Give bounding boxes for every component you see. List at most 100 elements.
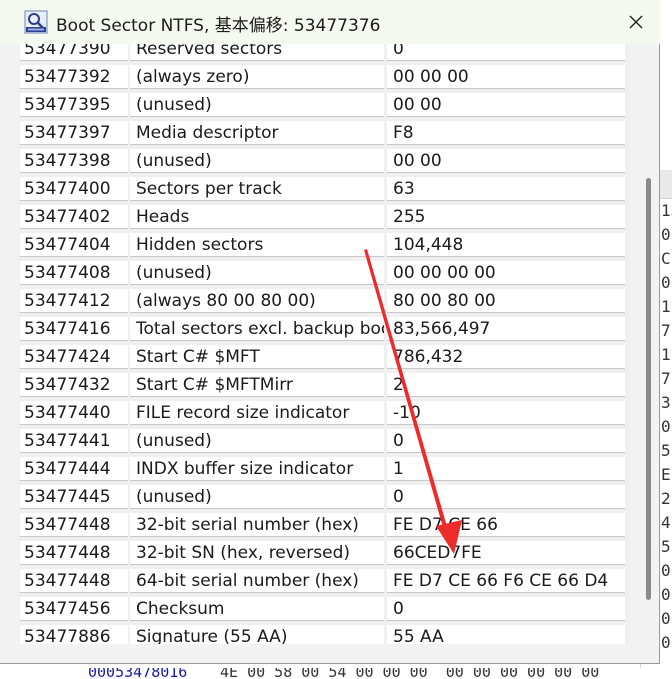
- value-cell[interactable]: -10: [387, 401, 625, 425]
- offset-cell: 53477445: [20, 485, 128, 509]
- description-cell: Start C# $MFT: [130, 345, 384, 369]
- value-cell[interactable]: 104,448: [387, 233, 625, 257]
- description-cell: 32-bit SN (hex, reversed): [130, 541, 384, 565]
- table-row[interactable]: 53477390 Reserved sectors 0: [18, 44, 630, 63]
- table-row[interactable]: 53477395 (unused) 00 00: [18, 91, 630, 119]
- description-cell: (always 80 00 80 00): [130, 289, 384, 313]
- description-cell: (always zero): [130, 65, 384, 89]
- description-cell: 64-bit serial number (hex): [130, 569, 384, 593]
- value-cell[interactable]: 55 AA: [387, 625, 625, 644]
- scrollbar-thumb[interactable]: [646, 178, 651, 600]
- value-cell[interactable]: 80 00 80 00: [387, 289, 625, 313]
- description-cell: Hidden sectors: [130, 233, 384, 257]
- offset-cell: 53477424: [20, 345, 128, 369]
- description-cell: Total sectors excl. backup boot sector: [130, 317, 384, 341]
- value-cell[interactable]: 0: [387, 597, 625, 621]
- offset-cell: 53477448: [20, 513, 128, 537]
- offset-cell: 53477390: [20, 44, 128, 61]
- offset-cell: 53477432: [20, 373, 128, 397]
- offset-cell: 53477404: [20, 233, 128, 257]
- value-cell[interactable]: 00 00 00 00: [387, 261, 625, 285]
- table-row[interactable]: 53477886 Signature (55 AA) 55 AA: [18, 623, 630, 644]
- close-icon: [629, 15, 643, 29]
- boot-sector-table[interactable]: 53477390 Reserved sectors 0 53477392 (alw…: [18, 44, 630, 644]
- table-row[interactable]: 53477448 32-bit serial number (hex) FE D7 …: [18, 511, 630, 539]
- value-cell[interactable]: FE D7 CE 66: [387, 513, 625, 537]
- offset-cell: 53477448: [20, 541, 128, 565]
- offset-cell: 53477398: [20, 149, 128, 173]
- description-cell: INDX buffer size indicator: [130, 457, 384, 481]
- table-row[interactable]: 53477424 Start C# $MFT 786,432: [18, 343, 630, 371]
- value-cell[interactable]: 83,566,497: [387, 317, 625, 341]
- value-cell[interactable]: 00 00: [387, 149, 625, 173]
- description-cell: Reserved sectors: [130, 44, 384, 61]
- value-cell[interactable]: 00 00 00: [387, 65, 625, 89]
- description-cell: Signature (55 AA): [130, 625, 384, 644]
- description-cell: 32-bit serial number (hex): [130, 513, 384, 537]
- value-cell[interactable]: 0: [387, 485, 625, 509]
- offset-cell: 53477400: [20, 177, 128, 201]
- table-row[interactable]: 53477444 INDX buffer size indicator 1: [18, 455, 630, 483]
- offset-cell: 53477441: [20, 429, 128, 453]
- offset-cell: 53477456: [20, 597, 128, 621]
- value-cell[interactable]: FE D7 CE 66 F6 CE 66 D4: [387, 569, 625, 593]
- window-title: Boot Sector NTFS, 基本偏移: 53477376: [56, 16, 381, 36]
- description-cell: (unused): [130, 93, 384, 117]
- table-row[interactable]: 53477432 Start C# $MFTMirr 2: [18, 371, 630, 399]
- table-grid: 53477390 Reserved sectors 0 53477392 (alw…: [18, 44, 630, 644]
- value-cell[interactable]: F8: [387, 121, 625, 145]
- offset-cell: 53477448: [20, 569, 128, 593]
- title-bar[interactable]: Boot Sector NTFS, 基本偏移: 53477376: [0, 0, 660, 44]
- description-cell: FILE record size indicator: [130, 401, 384, 425]
- offset-cell: 53477444: [20, 457, 128, 481]
- table-row[interactable]: 53477408 (unused) 00 00 00 00: [18, 259, 630, 287]
- value-cell[interactable]: 00 00: [387, 93, 625, 117]
- table-row[interactable]: 53477445 (unused) 0: [18, 483, 630, 511]
- background-hex-bytes: 4E 00 58 00 54 00 00 00 00 00 00 00 00 0…: [220, 668, 600, 679]
- offset-cell: 53477395: [20, 93, 128, 117]
- table-row[interactable]: 53477412 (always 80 00 80 00) 80 00 80 00: [18, 287, 630, 315]
- offset-cell: 53477416: [20, 317, 128, 341]
- description-cell: (unused): [130, 429, 384, 453]
- value-cell[interactable]: 786,432: [387, 345, 625, 369]
- table-row[interactable]: 53477448 64-bit serial number (hex) FE D7 …: [18, 567, 630, 595]
- value-cell[interactable]: 1: [387, 457, 625, 481]
- offset-cell: 53477392: [20, 65, 128, 89]
- description-cell: Heads: [130, 205, 384, 229]
- value-cell[interactable]: 2: [387, 373, 625, 397]
- vertical-scrollbar[interactable]: [638, 44, 658, 644]
- offset-cell: 53477402: [20, 205, 128, 229]
- table-row[interactable]: 53477392 (always zero) 00 00 00: [18, 63, 630, 91]
- table-row[interactable]: 53477440 FILE record size indicator -10: [18, 399, 630, 427]
- description-cell: (unused): [130, 485, 384, 509]
- table-row[interactable]: 53477402 Heads 255: [18, 203, 630, 231]
- background-offset: 00053478016: [88, 668, 188, 679]
- table-row[interactable]: 53477456 Checksum 0: [18, 595, 630, 623]
- value-cell[interactable]: 0: [387, 429, 625, 453]
- description-cell: Media descriptor: [130, 121, 384, 145]
- offset-cell: 53477408: [20, 261, 128, 285]
- value-cell[interactable]: 66CED7FE: [387, 541, 625, 565]
- close-button[interactable]: [614, 4, 658, 40]
- value-cell[interactable]: 63: [387, 177, 625, 201]
- description-cell: (unused): [130, 149, 384, 173]
- offset-cell: 53477440: [20, 401, 128, 425]
- table-row[interactable]: 53477448 32-bit SN (hex, reversed) 66CED7F…: [18, 539, 630, 567]
- background-hex-bottom-row: 00053478016 4E 00 58 00 54 00 00 00 00 0…: [80, 668, 672, 679]
- description-cell: (unused): [130, 261, 384, 285]
- offset-cell: 53477412: [20, 289, 128, 313]
- description-cell: Checksum: [130, 597, 384, 621]
- table-row[interactable]: 53477397 Media descriptor F8: [18, 119, 630, 147]
- table-row[interactable]: 53477404 Hidden sectors 104,448: [18, 231, 630, 259]
- description-cell: Sectors per track: [130, 177, 384, 201]
- hex-editor-app-icon: [24, 10, 48, 34]
- value-cell[interactable]: 255: [387, 205, 625, 229]
- offset-cell: 53477886: [20, 625, 128, 644]
- boot-sector-dialog: Boot Sector NTFS, 基本偏移: 53477376 5347739…: [0, 0, 660, 664]
- table-row[interactable]: 53477416Total sectors excl. backup boot …: [18, 315, 630, 343]
- offset-cell: 53477397: [20, 121, 128, 145]
- table-row[interactable]: 53477400 Sectors per track 63: [18, 175, 630, 203]
- table-row[interactable]: 53477398 (unused) 00 00: [18, 147, 630, 175]
- table-row[interactable]: 53477441 (unused) 0: [18, 427, 630, 455]
- value-cell[interactable]: 0: [387, 44, 625, 61]
